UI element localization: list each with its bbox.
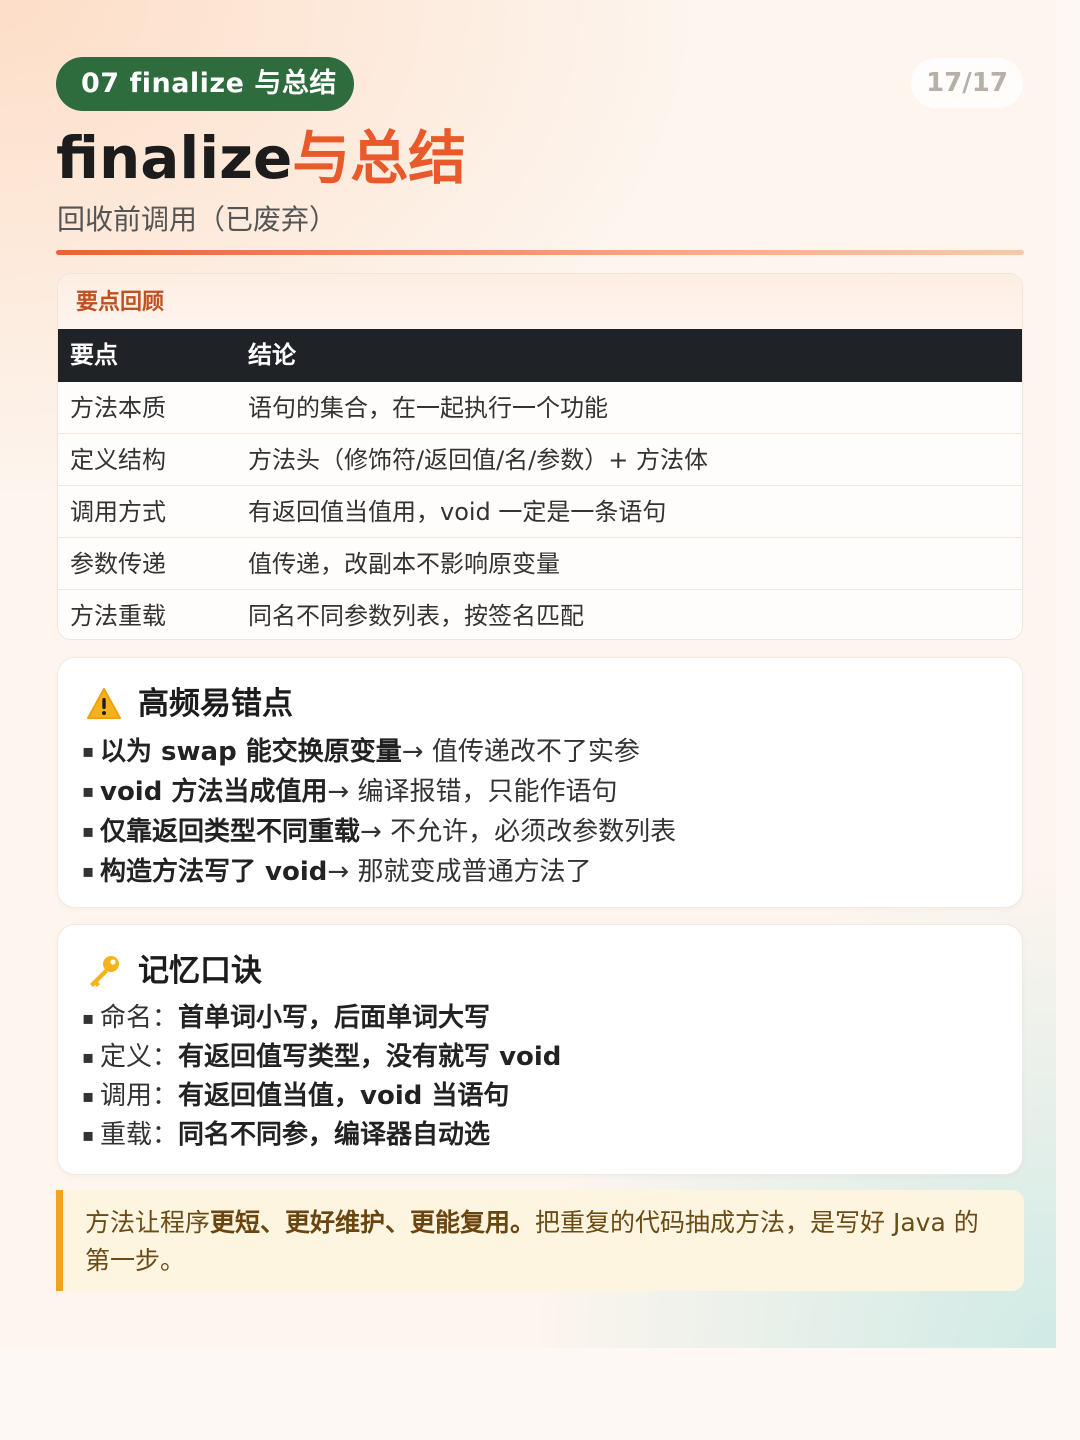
table-header: 要点 结论 [58,329,1022,382]
bullet: ▪ [82,1125,95,1146]
mistakes-card: 高频易错点 ▪ 以为 swap 能交换原变量 → 值传递改不了实参 ▪ void 方… [57,657,1023,908]
table-cell: 调用方式 [70,498,166,526]
list-item: ▪ 构造方法写了 void → 那就变成普通方法了 [82,852,676,892]
mnemonic-card-header: 记忆口诀 [86,949,262,993]
table-row: 调用方式 有返回值当值用，void 一定是一条语句 [58,486,1022,538]
mistakes-list: ▪ 以为 swap 能交换原变量 → 值传递改不了实参 ▪ void 方法当成值用 … [82,732,676,892]
title-divider [56,250,1024,255]
mnemonic-card: 记忆口诀 ▪ 命名： 首单词小写，后面单词大写 ▪ 定义： 有返回值写类型，没有就写 v… [57,924,1023,1175]
mistakes-title: 高频易错点 [138,686,293,722]
table-row: 方法重载 同名不同参数列表，按签名匹配 [58,590,1022,639]
list-item: ▪ 命名： 首单词小写，后面单词大写 [82,999,561,1038]
table-row: 定义结构 方法头（修饰符/返回值/名/参数）+ 方法体 [58,434,1022,486]
list-item: ▪ 以为 swap 能交换原变量 → 值传递改不了实参 [82,732,676,772]
bullet: ▪ [82,781,95,802]
table-cell: 方法本质 [70,394,166,422]
table-cell: 值传递，改副本不影响原变量 [248,550,560,578]
title-part-2: 与总结 [292,124,467,192]
mnemonic-list: ▪ 命名： 首单词小写，后面单词大写 ▪ 定义： 有返回值写类型，没有就写 void ▪… [82,999,561,1155]
list-item: ▪ void 方法当成值用 → 编译报错，只能作语句 [82,772,676,812]
bullet: ▪ [82,821,95,842]
table-cell: 有返回值当值用，void 一定是一条语句 [248,498,667,526]
table-cell: 同名不同参数列表，按签名匹配 [248,602,584,630]
table-header-cell: 要点 [70,341,118,369]
table-cell: 方法重载 [70,602,166,630]
warning-icon [86,686,122,722]
page-title: finalize与总结 [56,120,466,196]
key-icon [86,953,122,989]
table-cell: 方法头（修饰符/返回值/名/参数）+ 方法体 [248,446,708,474]
table-row: 参数传递 值传递，改副本不影响原变量 [58,538,1022,590]
closing-quote: 方法让程序更短、更好维护、更能复用。把重复的代码抽成方法，是写好 Java 的第… [56,1190,1024,1291]
bullet: ▪ [82,1008,95,1029]
table-header-cell: 结论 [248,341,296,369]
page-number-badge: 17/17 [911,58,1023,108]
summary-table-card: 要点回顾 要点 结论 方法本质 语句的集合，在一起执行一个功能 定义结构 方法头… [57,273,1023,640]
summary-table-caption: 要点回顾 [58,274,1022,329]
page: 07 finalize 与总结 17/17 finalize与总结 回收前调用（… [0,0,1080,1440]
title-part-1: finalize [56,124,293,192]
table-cell: 定义结构 [70,446,166,474]
bullet: ▪ [82,861,95,882]
table-row: 方法本质 语句的集合，在一起执行一个功能 [58,382,1022,434]
bullet: ▪ [82,741,95,762]
list-item: ▪ 仅靠返回类型不同重载 → 不允许，必须改参数列表 [82,812,676,852]
list-item: ▪ 调用： 有返回值当值，void 当语句 [82,1077,561,1116]
list-item: ▪ 重载： 同名不同参，编译器自动选 [82,1116,561,1155]
mnemonic-title: 记忆口诀 [138,953,262,989]
list-item: ▪ 定义： 有返回值写类型，没有就写 void [82,1038,561,1077]
table-cell: 参数传递 [70,550,166,578]
bullet: ▪ [82,1086,95,1107]
page-subtitle: 回收前调用（已废弃） [57,203,338,236]
bullet: ▪ [82,1047,95,1068]
section-chip: 07 finalize 与总结 [56,57,354,111]
mistakes-card-header: 高频易错点 [86,682,293,726]
table-cell: 语句的集合，在一起执行一个功能 [248,394,608,422]
